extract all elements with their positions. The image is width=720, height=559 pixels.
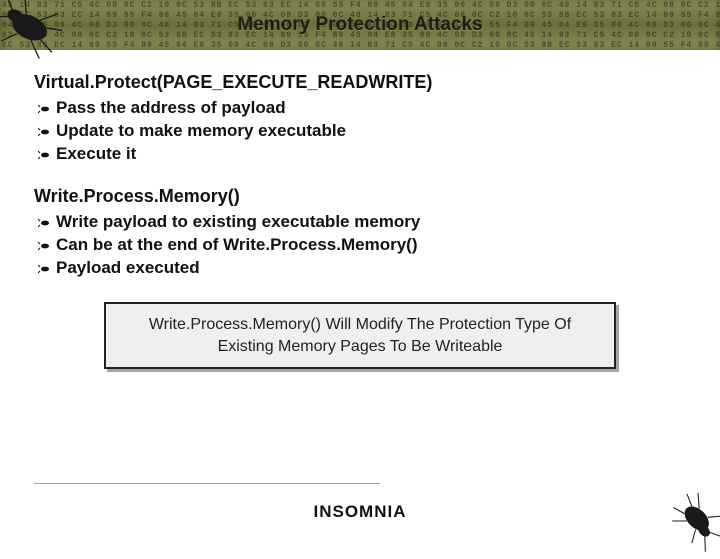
list-item: Write payload to existing executable mem…	[56, 211, 686, 234]
bullet-list: Write payload to existing executable mem…	[34, 211, 686, 280]
bullet-text: Pass the address of payload	[56, 98, 286, 117]
list-item: Execute it	[56, 143, 686, 166]
bullet-text: Can be at the end of Write.Process.Memor…	[56, 235, 417, 254]
section-2: Write.Process.Memory() Write payload to …	[34, 186, 686, 280]
bullet-icon	[38, 145, 52, 165]
cockroach-icon	[660, 483, 720, 559]
list-item: Can be at the end of Write.Process.Memor…	[56, 234, 686, 257]
slide-title: Memory Protection Attacks	[237, 14, 482, 36]
title-banner: 48 14 83 71 C5 4C 08 0C C2 10 0C 53 8B E…	[0, 0, 720, 50]
list-item: Payload executed	[56, 257, 686, 280]
section-1: Virtual.Protect(PAGE_EXECUTE_READWRITE) …	[34, 72, 686, 166]
bullet-text: Write payload to existing executable mem…	[56, 212, 420, 231]
section-heading: Write.Process.Memory()	[34, 186, 686, 207]
bullet-text: Execute it	[56, 144, 136, 163]
callout-box: Write.Process.Memory() Will Modify The P…	[104, 302, 616, 369]
bullet-icon	[38, 99, 52, 119]
bullet-icon	[38, 213, 52, 233]
bullet-icon	[38, 236, 52, 256]
bullet-icon	[38, 259, 52, 279]
footer-divider	[34, 483, 380, 484]
bullet-text: Payload executed	[56, 258, 200, 277]
slide-body: Virtual.Protect(PAGE_EXECUTE_READWRITE) …	[0, 50, 720, 369]
bullet-list: Pass the address of payload Update to ma…	[34, 97, 686, 166]
section-heading: Virtual.Protect(PAGE_EXECUTE_READWRITE)	[34, 72, 686, 93]
brand-label: INSOMNIA	[0, 502, 720, 522]
list-item: Pass the address of payload	[56, 97, 686, 120]
bullet-icon	[38, 122, 52, 142]
list-item: Update to make memory executable	[56, 120, 686, 143]
bullet-text: Update to make memory executable	[56, 121, 346, 140]
